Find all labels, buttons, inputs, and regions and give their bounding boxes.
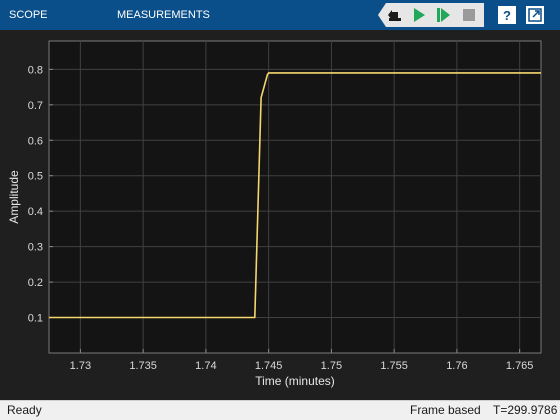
run-icon: [414, 8, 425, 22]
step-forward-button[interactable]: [434, 6, 452, 24]
y-tick-label: 0.1: [28, 313, 43, 325]
x-tick-label: 1.745: [255, 360, 283, 372]
y-tick-label: 0.8: [28, 64, 43, 76]
run-button[interactable]: [410, 6, 428, 24]
svg-text:?: ?: [503, 8, 511, 23]
y-tick-label: 0.6: [28, 135, 43, 147]
axes-area[interactable]: [48, 40, 542, 354]
status-time: T=299.9786: [493, 403, 558, 417]
step-back-icon: [388, 10, 401, 21]
time-scope-plot[interactable]: 1.73 1.735 1.74 1.745 1.75 1.755 1.76 1.765 0.1…: [0, 30, 560, 400]
simulation-controls: [378, 3, 484, 27]
undock-button[interactable]: [525, 5, 545, 25]
step-back-button[interactable]: [386, 6, 404, 24]
step-forward-icon: [437, 8, 450, 22]
status-bar: Ready Frame based T=299.9786: [0, 400, 560, 420]
status-mode: Frame based: [410, 403, 481, 417]
y-axis-label: Amplitude: [7, 170, 21, 224]
x-tick-label: 1.76: [446, 360, 467, 372]
x-tick-label: 1.73: [70, 360, 91, 372]
toolstrip: SCOPE MEASUREMENTS ?: [0, 0, 560, 30]
y-tick-labels: 0.1 0.2 0.3 0.4 0.5 0.6 0.7 0.8: [28, 64, 43, 324]
x-tick-label: 1.74: [195, 360, 216, 372]
y-tick-label: 0.5: [28, 171, 43, 183]
x-tick-label: 1.735: [129, 360, 157, 372]
x-tick-label: 1.75: [321, 360, 342, 372]
y-tick-label: 0.7: [28, 100, 43, 112]
stop-button[interactable]: [460, 6, 478, 24]
undock-icon: [526, 6, 544, 24]
help-icon: ?: [498, 6, 516, 24]
x-tick-labels: 1.73 1.735 1.74 1.745 1.75 1.755 1.76 1.765: [70, 360, 534, 372]
x-tick-label: 1.755: [380, 360, 408, 372]
status-ready: Ready: [7, 403, 42, 417]
y-tick-label: 0.3: [28, 242, 43, 254]
tab-measurements[interactable]: MEASUREMENTS: [117, 0, 210, 30]
y-tick-label: 0.2: [28, 277, 43, 289]
y-tick-label: 0.4: [28, 206, 43, 218]
stop-icon: [463, 9, 475, 21]
help-button[interactable]: ?: [497, 5, 517, 25]
tab-scope[interactable]: SCOPE: [9, 0, 54, 30]
x-axis-label: Time (minutes): [255, 374, 335, 388]
x-tick-label: 1.765: [506, 360, 534, 372]
scope-display: 1.73 1.735 1.74 1.745 1.75 1.755 1.76 1.765 0.1…: [0, 30, 560, 400]
